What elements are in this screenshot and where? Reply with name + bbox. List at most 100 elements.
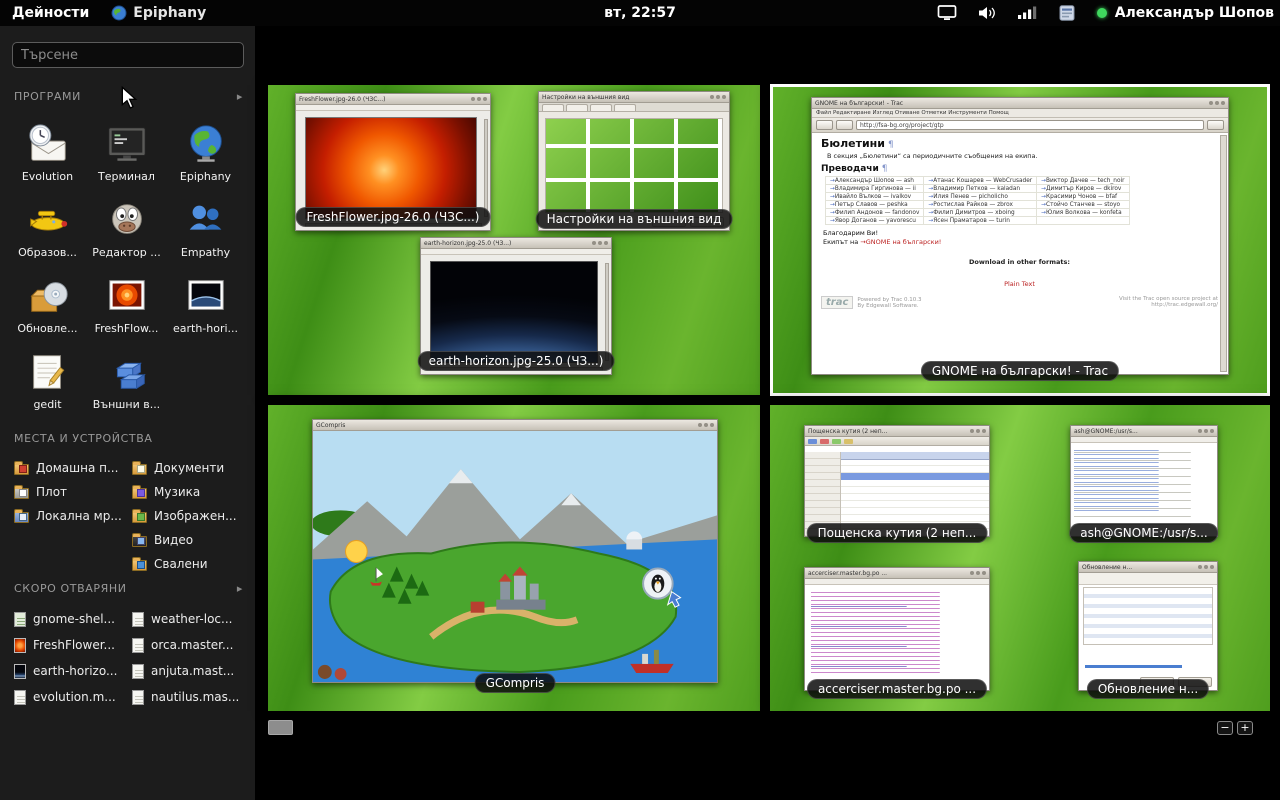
recent-evolution-file[interactable]: evolution.m... (14, 684, 132, 710)
back-button[interactable] (816, 120, 833, 130)
table-cell[interactable]: →Атанас Кошарев — WebCrusader (924, 177, 1037, 185)
workspace-2[interactable]: GNOME на български! - Trac Файл Редактир… (770, 84, 1270, 396)
workspace-control-button[interactable] (268, 720, 293, 735)
table-cell[interactable]: →Ростислав Райков — zbrox (924, 201, 1037, 209)
activities-button[interactable]: Дейности (0, 0, 101, 26)
user-menu[interactable]: Александър Шопов (1097, 5, 1274, 21)
recent-section-header: СКОРО ОТВАРЯНИ ▸ (14, 582, 243, 595)
workspace-3[interactable]: GCompris GCompris (268, 405, 760, 711)
app-item-software-update[interactable]: Обновле... (8, 268, 87, 344)
table-cell[interactable]: →Филип Димитров — xboing (924, 209, 1037, 217)
window-evolution-mail[interactable]: Пощенска кутия (2 неп... (804, 425, 990, 537)
window-label[interactable]: accerciser.master.bg.po ... (807, 679, 987, 699)
window-titlebar: Пощенска кутия (2 неп... (805, 426, 989, 437)
network-signal-icon[interactable] (1017, 5, 1037, 21)
browser-toolbar: http://fsa-bg.org/project/gtp (812, 118, 1228, 133)
clock[interactable]: вт, 22:57 (604, 5, 676, 21)
window-label[interactable]: Обновление н... (1087, 679, 1209, 699)
recent-expand-icon[interactable]: ▸ (237, 582, 243, 595)
window-titlebar: Настройки на външния вид (539, 92, 729, 103)
focused-app-menu[interactable]: Epiphany (111, 5, 206, 21)
table-cell[interactable]: →Ивайло Вълков — ivalkov (826, 193, 924, 201)
table-cell[interactable]: →Стойчо Станчев — stoyo (1037, 201, 1129, 209)
place-documents[interactable]: Документи (132, 456, 246, 480)
programs-section-header: ПРОГРАМИ ▸ (14, 90, 243, 103)
window-label[interactable]: GNOME на български! - Trac (921, 361, 1119, 381)
app-item-external-drives[interactable]: Външни в... (87, 344, 166, 420)
window-label[interactable]: ash@GNOME:/usr/s... (1069, 523, 1218, 543)
recent-gnome-shell[interactable]: gnome-shel... (14, 606, 132, 632)
window-label[interactable]: earth-horizon.jpg-25.0 (ЧЗ...) (418, 351, 615, 371)
window-label[interactable]: GCompris (475, 673, 556, 693)
gnome-bg-link[interactable]: →GNOME на български! (860, 238, 941, 246)
window-gedit-po[interactable]: accerciser.master.bg.po ... (804, 567, 990, 691)
display-icon[interactable] (937, 5, 957, 21)
app-item-evolution[interactable]: Evolution (8, 116, 87, 192)
place-pictures[interactable]: Изображен... (132, 504, 246, 528)
app-item-gcompris[interactable]: Образов... (8, 192, 87, 268)
table-cell[interactable]: →Красимир Чонов — bfaf (1037, 193, 1129, 201)
url-field[interactable]: http://fsa-bg.org/project/gtp (856, 120, 1204, 130)
window-label[interactable]: Настройки на външния вид (536, 209, 733, 229)
username: Александър Шопов (1115, 5, 1274, 21)
place-home[interactable]: Домашна п... (14, 456, 132, 480)
top-bar: Дейности Epiphany вт, 22:57 Александър Ш… (0, 0, 1280, 26)
visit-link[interactable]: http://trac.edgewall.org/ (1151, 302, 1218, 308)
remove-workspace-button[interactable]: − (1217, 721, 1233, 735)
window-browser-trac[interactable]: GNOME на български! - Trac Файл Редактир… (811, 97, 1229, 375)
window-gcompris[interactable]: GCompris (312, 419, 718, 683)
recent-anjuta-po[interactable]: anjuta.mast... (132, 658, 246, 684)
table-cell[interactable]: →Виктор Дачев — tech_noir (1037, 177, 1129, 185)
plain-text-link[interactable]: Plain Text (1004, 280, 1035, 288)
browser-menubar: Файл Редактиране Изглед Отиване Отметки … (812, 109, 1228, 118)
table-cell[interactable]: →Владимир Петков — kaladan (924, 185, 1037, 193)
recent-weather-locations[interactable]: weather-loc... (132, 606, 246, 632)
recent-nautilus-po[interactable]: nautilus.mas... (132, 684, 246, 710)
table-cell[interactable]: →Димитър Киров — dkirov (1037, 185, 1129, 193)
gcompris-scene (313, 431, 717, 682)
pilcrow-anchor[interactable]: ¶ (888, 140, 894, 150)
app-item-gimp[interactable]: Редактор ... (87, 192, 166, 268)
recent-freshflower[interactable]: FreshFlower... (14, 632, 132, 658)
app-label: Редактор ... (87, 246, 166, 259)
app-item-empathy[interactable]: Empathy (166, 192, 245, 268)
table-cell[interactable]: →Ясен Праматаров — turin (924, 217, 1037, 225)
places-section-header: МЕСТА И УСТРОЙСТВА (14, 432, 243, 445)
window-label[interactable]: FreshFlower.jpg-26.0 (ЧЗС...) (296, 207, 491, 227)
workspace-1[interactable]: FreshFlower.jpg-26.0 (ЧЗС...) FreshFlowe… (268, 85, 760, 395)
app-item-gedit[interactable]: gedit (8, 344, 87, 420)
table-cell[interactable]: →Явор Доганов — yavorescu (826, 217, 924, 225)
place-videos[interactable]: Видео (132, 528, 246, 552)
place-desktop[interactable]: Плот (14, 480, 132, 504)
pilcrow-anchor[interactable]: ¶ (882, 164, 888, 174)
app-item-freshflower[interactable]: FreshFlow... (87, 268, 166, 344)
table-cell[interactable]: →Филип Андонов — fandonov (826, 209, 924, 217)
app-item-epiphany[interactable]: Epiphany (166, 116, 245, 192)
app-item-earth-horizon[interactable]: earth-hori... (166, 268, 245, 344)
app-grid: Evolution Терминал Epiphany Образов... Р… (8, 116, 248, 420)
table-cell[interactable]: →Юлия Волкова — konfeta (1037, 209, 1129, 217)
add-workspace-button[interactable]: + (1237, 721, 1253, 735)
recent-orca-po[interactable]: orca.master... (132, 632, 246, 658)
window-terminal[interactable]: ash@GNOME:/usr/s... (1070, 425, 1218, 537)
recent-earth-horizon[interactable]: earth-horizo... (14, 658, 132, 684)
place-local-network[interactable]: Локална мр... (14, 504, 132, 528)
workspace-4[interactable]: Пощенска кутия (2 неп... Пощенска кутия … (770, 405, 1270, 711)
table-cell[interactable]: →Петър Славов — peshka (826, 201, 924, 209)
table-cell[interactable]: →Илия Пенев — picholicho (924, 193, 1037, 201)
window-label[interactable]: Пощенска кутия (2 неп... (807, 523, 988, 543)
volume-icon[interactable] (977, 5, 997, 21)
table-cell[interactable]: →Александър Шопов — ash (826, 177, 924, 185)
forward-button[interactable] (836, 120, 853, 130)
go-button[interactable] (1207, 120, 1224, 130)
window-software-update[interactable]: Обновление н... (1078, 561, 1218, 691)
app-item-terminal[interactable]: Терминал (87, 116, 166, 192)
search-input[interactable] (12, 42, 244, 68)
place-music[interactable]: Музика (132, 480, 246, 504)
place-downloads[interactable]: Свалени (132, 552, 246, 576)
app-label: Терминал (87, 170, 166, 183)
table-cell[interactable]: →Владимира Гиргинова — ii (826, 185, 924, 193)
programs-expand-icon[interactable]: ▸ (237, 90, 243, 103)
input-source-icon[interactable] (1057, 5, 1077, 21)
table-cell[interactable] (1037, 217, 1129, 225)
